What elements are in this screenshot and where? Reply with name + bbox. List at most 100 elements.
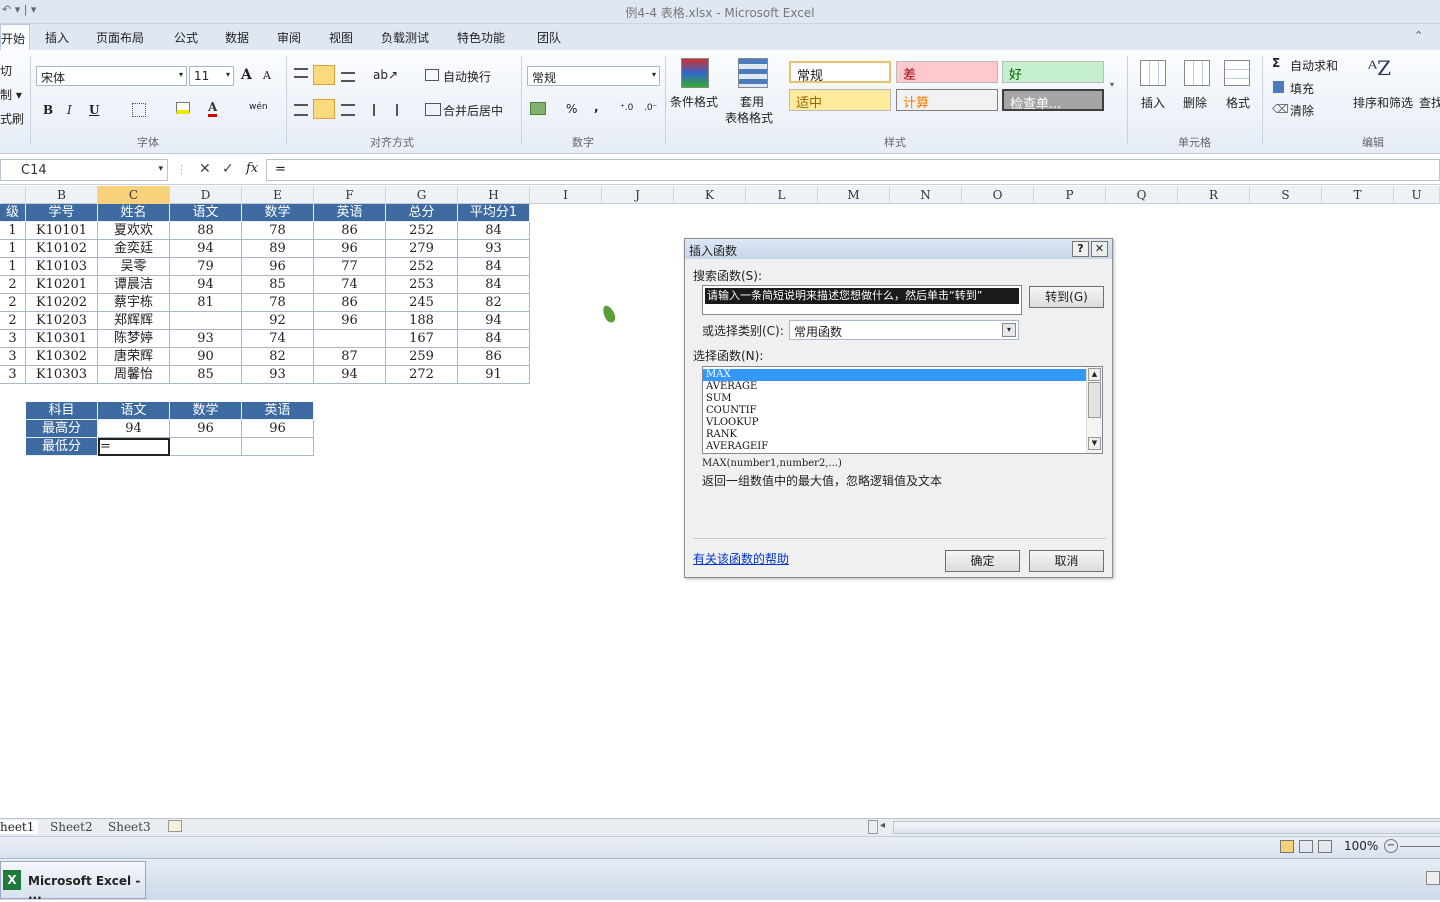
table-cell[interactable]: K10202 [26, 294, 98, 312]
wrap-text-button[interactable]: 自动换行 [443, 68, 491, 85]
table-cell[interactable]: 74 [242, 330, 314, 348]
column-header[interactable]: U [1394, 186, 1440, 204]
insert-cells-icon[interactable] [1140, 60, 1166, 86]
column-header[interactable]: K [674, 186, 746, 204]
table-cell[interactable]: 3 [0, 330, 26, 348]
table-cell[interactable]: K10301 [26, 330, 98, 348]
table-header-cell[interactable]: 数学 [242, 204, 314, 222]
summary-row-label[interactable]: 最高分 [26, 420, 98, 438]
scroll-thumb[interactable] [1088, 382, 1101, 418]
function-list-scrollbar[interactable]: ▲ ▼ [1086, 367, 1102, 453]
horizontal-scrollbar[interactable] [893, 821, 1440, 834]
sheet-tab[interactable]: Sheet2 [50, 820, 93, 834]
column-header[interactable]: T [1322, 186, 1394, 204]
style-normal[interactable]: 常规 [789, 61, 891, 84]
table-cell[interactable]: 94 [314, 366, 386, 384]
table-header-cell[interactable]: 姓名 [98, 204, 170, 222]
table-cell[interactable]: 93 [242, 366, 314, 384]
phonetic-button[interactable]: wén [249, 102, 268, 112]
summary-cell[interactable]: 96 [242, 420, 314, 438]
column-header[interactable]: I [530, 186, 602, 204]
table-cell[interactable]: 167 [386, 330, 458, 348]
table-cell[interactable]: 93 [170, 330, 242, 348]
ok-button[interactable]: 确定 [945, 550, 1020, 572]
minimize-ribbon-icon[interactable]: ⌃ [1414, 29, 1423, 42]
close-icon[interactable]: ✕ [1091, 241, 1108, 257]
tab-review[interactable]: 审阅 [277, 29, 301, 46]
column-header[interactable]: B [26, 186, 98, 204]
table-cell[interactable]: 1 [0, 240, 26, 258]
tab-page-layout[interactable]: 页面布局 [96, 29, 144, 46]
fill-button[interactable]: 填充 [1290, 80, 1314, 97]
function-item[interactable]: COUNTIF [706, 405, 757, 417]
zoom-slider[interactable] [1400, 846, 1440, 847]
table-cell[interactable] [314, 330, 386, 348]
table-cell[interactable]: 2 [0, 294, 26, 312]
search-input[interactable]: 请输入一条简短说明来描述您想做什么，然后单击“转到” [702, 285, 1022, 315]
sort-filter-icon[interactable]: ᴬZ [1368, 56, 1391, 80]
column-header[interactable]: N [890, 186, 962, 204]
orientation-icon[interactable]: ab↗ [373, 68, 398, 82]
border-icon[interactable] [132, 103, 146, 117]
table-cell[interactable]: 87 [314, 348, 386, 366]
grow-font-button[interactable]: A [241, 67, 252, 83]
summary-header-cell[interactable]: 科目 [26, 402, 98, 420]
table-cell[interactable]: 3 [0, 366, 26, 384]
table-cell[interactable]: 蔡宇栋 [98, 294, 170, 312]
sheet-tab[interactable]: Sheet3 [108, 820, 151, 834]
table-cell[interactable]: 1 [0, 258, 26, 276]
table-cell[interactable]: 陈梦婷 [98, 330, 170, 348]
horizontal-scroll-thumb[interactable] [894, 822, 1440, 833]
underline-button[interactable]: U [89, 103, 99, 117]
summary-header-cell[interactable]: 数学 [170, 402, 242, 420]
help-icon[interactable]: ? [1072, 241, 1089, 257]
table-cell[interactable]: 周馨怡 [98, 366, 170, 384]
bold-button[interactable]: B [43, 103, 53, 117]
table-cell[interactable]: 84 [458, 276, 530, 294]
column-header-a[interactable] [0, 186, 26, 204]
table-cell[interactable]: 85 [242, 276, 314, 294]
scroll-down-icon[interactable]: ▼ [1088, 437, 1101, 450]
styles-more-icon[interactable]: ▾ [1110, 80, 1114, 89]
table-format-icon[interactable] [738, 58, 768, 88]
column-header[interactable]: H [458, 186, 530, 204]
table-cell[interactable]: 吴零 [98, 258, 170, 276]
summary-cell[interactable] [242, 438, 314, 456]
increase-decimal-icon[interactable]: ⁺.0 [620, 103, 633, 113]
column-header[interactable]: M [818, 186, 890, 204]
column-header[interactable]: D [170, 186, 242, 204]
number-format-select[interactable]: 常规 ▾ [527, 66, 660, 86]
table-cell[interactable]: 90 [170, 348, 242, 366]
column-header[interactable]: J [602, 186, 674, 204]
table-cell[interactable]: 81 [170, 294, 242, 312]
table-cell[interactable]: 77 [314, 258, 386, 276]
table-cell[interactable]: 89 [242, 240, 314, 258]
table-cell[interactable]: 74 [314, 276, 386, 294]
table-cell[interactable]: 279 [386, 240, 458, 258]
tab-formulas[interactable]: 公式 [174, 29, 198, 46]
table-header-cell[interactable]: 平均分1 [458, 204, 530, 222]
table-cell[interactable]: K10303 [26, 366, 98, 384]
merge-center-button[interactable]: 合并后居中 [443, 102, 503, 119]
align-center-icon[interactable] [313, 99, 335, 119]
function-list[interactable]: MAX AVERAGE SUM COUNTIF VLOOKUP RANK AVE… [702, 366, 1103, 454]
conditional-format-icon[interactable] [681, 58, 709, 88]
table-cell[interactable]: 96 [314, 312, 386, 330]
scroll-up-icon[interactable]: ▲ [1088, 368, 1101, 381]
font-color-button[interactable]: A [208, 101, 218, 117]
table-cell[interactable]: 金奕廷 [98, 240, 170, 258]
style-neutral[interactable]: 适中 [789, 89, 891, 111]
table-cell[interactable]: 259 [386, 348, 458, 366]
table-cell[interactable] [170, 312, 242, 330]
table-cell[interactable]: 94 [458, 312, 530, 330]
table-cell[interactable]: 252 [386, 258, 458, 276]
currency-icon[interactable] [530, 102, 546, 115]
table-format-button-line1[interactable]: 套用 [740, 93, 764, 110]
cancel-entry-icon[interactable]: ✕ [199, 161, 211, 177]
autosum-button[interactable]: 自动求和 [1290, 57, 1338, 74]
cut-button[interactable]: 切 [0, 62, 12, 79]
column-header[interactable]: G [386, 186, 458, 204]
column-header[interactable]: R [1178, 186, 1250, 204]
align-top-icon[interactable] [294, 68, 308, 78]
tab-insert[interactable]: 插入 [45, 29, 69, 46]
